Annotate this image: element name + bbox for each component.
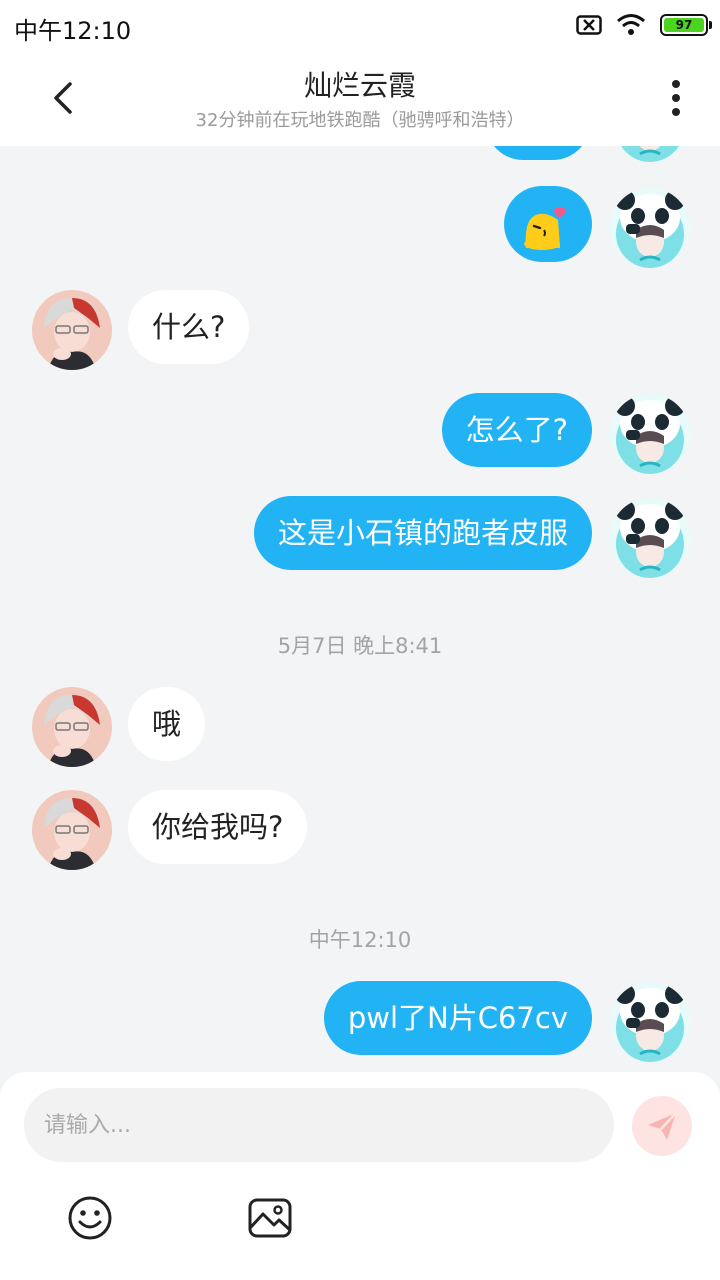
contact-avatar[interactable] [32, 687, 112, 767]
kiss-emoji-icon [524, 207, 566, 250]
my-avatar[interactable] [610, 498, 690, 578]
message-bubble-incoming[interactable]: 什么? [128, 290, 250, 364]
message-timestamp: 5月7日 晚上8:41 [277, 634, 443, 658]
status-bar: 中午12:10 97 [0, 0, 720, 50]
status-icons: 97 [576, 11, 712, 39]
my-avatar[interactable] [610, 982, 690, 1062]
notification-off-icon [576, 15, 602, 35]
message-input[interactable] [24, 1088, 614, 1162]
message-bubble-partial[interactable] [486, 146, 590, 160]
send-icon [648, 1112, 677, 1140]
battery-level: 97 [675, 18, 693, 32]
wifi-icon [617, 14, 645, 35]
more-options-icon[interactable] [654, 76, 698, 120]
chat-header: 灿烂云霞 32分钟前在玩地铁跑酷（驰骋呼和浩特） [0, 50, 720, 146]
message-bubble-outgoing[interactable]: pwl了N片C67cv [323, 981, 592, 1055]
contact-status: 32分钟前在玩地铁跑酷（驰骋呼和浩特） [195, 110, 525, 131]
send-button[interactable] [632, 1096, 692, 1156]
contact-name: 灿烂云霞 [303, 69, 416, 102]
message-bubble-outgoing[interactable]: 怎么了? [441, 393, 592, 467]
contact-avatar[interactable] [32, 290, 112, 370]
message-bubble-incoming[interactable]: 哦 [128, 687, 206, 761]
smiley-icon[interactable] [66, 1194, 114, 1242]
message-bubble-emoji[interactable] [504, 186, 592, 262]
my-avatar[interactable] [610, 146, 690, 162]
image-icon[interactable] [246, 1194, 294, 1242]
battery-icon: 97 [660, 14, 712, 36]
contact-avatar[interactable] [32, 790, 112, 870]
my-avatar[interactable] [610, 394, 690, 474]
status-time: 中午12:10 [14, 17, 132, 45]
message-timestamp: 中午12:10 [308, 928, 412, 952]
message-composer [0, 1072, 720, 1280]
message-bubble-incoming[interactable]: 你给我吗? [128, 790, 308, 864]
my-avatar[interactable] [610, 188, 690, 268]
message-bubble-outgoing[interactable]: 这是小石镇的跑者皮服 [253, 496, 592, 570]
message-list[interactable]: 什么? 怎么了? 这是小石镇的跑者皮服 5月7日 晚上8:41 哦 你给我吗? … [0, 146, 720, 1076]
